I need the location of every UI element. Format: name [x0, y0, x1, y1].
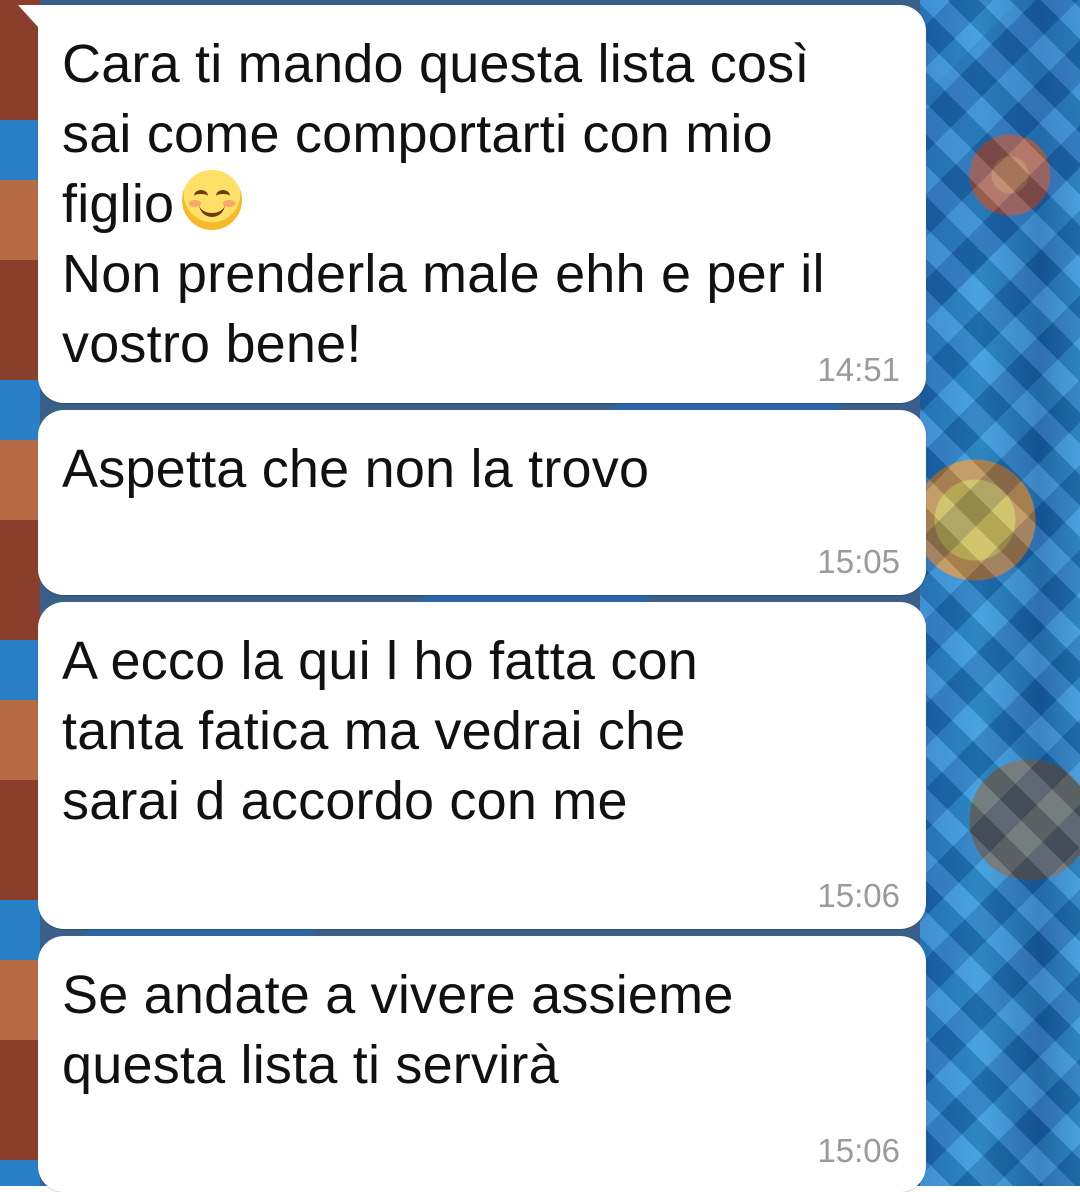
message-list[interactable]: Cara ti mando questa lista così sai come… — [0, 0, 1080, 1192]
message-text: A ecco la qui l ho fatta con tanta fatic… — [62, 631, 699, 831]
message-timestamp: 14:51 — [817, 351, 900, 388]
message-bubble[interactable]: Se andate a vivere assieme questa lista … — [38, 936, 926, 1192]
message-timestamp: 15:06 — [817, 877, 900, 914]
message-timestamp: 15:06 — [817, 1132, 900, 1169]
message-timestamp: 15:05 — [817, 543, 900, 580]
message-bubble[interactable]: A ecco la qui l ho fatta con tanta fatic… — [38, 602, 926, 929]
message-text: Se andate a vivere assieme questa lista … — [62, 965, 734, 1095]
bubble-tail — [18, 5, 38, 27]
message-text-part: Cara ti mando questa lista così sai come… — [62, 34, 810, 234]
message-text: Cara ti mando questa lista così sai come… — [62, 29, 900, 379]
message-bubble[interactable]: Aspetta che non la trovo 15:05 — [38, 410, 926, 595]
smiling-face-emoji-icon — [182, 170, 243, 230]
message-bubble[interactable]: Cara ti mando questa lista così sai come… — [18, 5, 926, 403]
message-text: Aspetta che non la trovo — [62, 439, 650, 499]
message-text-part: Non prenderla male ehh e per il vostro b… — [62, 244, 825, 374]
